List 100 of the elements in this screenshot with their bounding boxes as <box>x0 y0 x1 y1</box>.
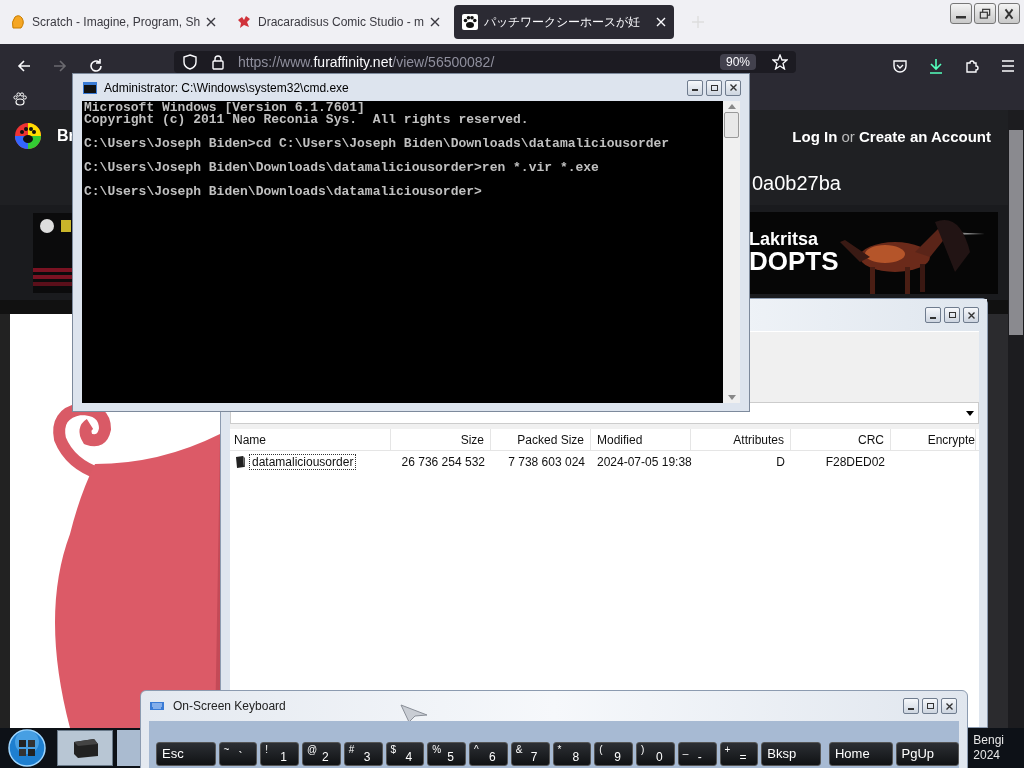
close-button[interactable] <box>998 3 1020 24</box>
or-text: or <box>841 127 855 145</box>
keyboard-key[interactable]: % 5 <box>427 742 467 766</box>
console-icon <box>83 81 97 94</box>
banner-text: Lakritsa <box>749 229 820 248</box>
restore-icon <box>978 7 992 20</box>
browser-tab[interactable]: Dracaradisus Comic Studio - m <box>228 5 448 39</box>
column-header[interactable]: Name <box>230 429 391 450</box>
close-button[interactable] <box>941 698 957 714</box>
table-cell: 7 738 603 024 <box>508 454 585 469</box>
keyboard-key[interactable]: ! 1 <box>260 742 300 766</box>
keyboard-key[interactable]: Home <box>828 742 893 766</box>
close-button[interactable] <box>963 307 979 323</box>
minimize-icon <box>930 316 936 319</box>
paw-logo-icon[interactable] <box>13 121 43 151</box>
back-icon[interactable] <box>16 58 32 74</box>
keyboard-key[interactable]: ^ 6 <box>469 742 508 766</box>
create-account-link[interactable]: Create an Account <box>859 127 991 145</box>
scroll-thumb[interactable] <box>724 112 739 138</box>
keyboard-key[interactable]: Bksp <box>761 742 821 766</box>
minimize-button[interactable] <box>950 3 972 24</box>
clock-text: Bengi <box>973 733 1004 748</box>
address-bar[interactable]: https://www.furaffinity.net/view/56500082/ 90% <box>174 51 796 73</box>
column-header[interactable]: Packed Size <box>491 429 591 450</box>
download-icon[interactable] <box>928 58 944 74</box>
paw-icon[interactable] <box>12 91 28 107</box>
clock-text: 2024 <box>973 748 1001 763</box>
scroll-down-icon[interactable] <box>727 395 736 400</box>
puzzle-icon[interactable] <box>964 58 980 74</box>
column-header[interactable]: Encrypte <box>891 429 976 450</box>
banner-text: DOPTS <box>749 247 839 274</box>
maximize-button[interactable] <box>922 698 938 714</box>
lock-icon[interactable] <box>210 54 226 70</box>
keyboard-key[interactable]: $ 4 <box>385 742 425 766</box>
minimize-icon <box>908 707 914 710</box>
console-line: C:\Users\Joseph Biden>cd C:\Users\Joseph Biden\Downloads\datamaliciousorder <box>84 138 671 150</box>
close-icon <box>945 702 953 710</box>
close-icon <box>729 84 737 91</box>
url-text: https://www.furaffinity.net/view/56500082/ <box>238 54 496 70</box>
maximize-button[interactable] <box>944 307 960 323</box>
keyboard-key[interactable]: @ 2 <box>302 742 341 766</box>
maximize-icon <box>710 84 718 91</box>
keyboard-key[interactable]: PgUp <box>895 742 960 766</box>
pocket-icon[interactable] <box>892 58 908 74</box>
browser-tab[interactable]: Scratch - Imagine, Program, Sh <box>2 5 222 39</box>
keyboard-key[interactable]: _ - <box>677 742 717 766</box>
browser-tab[interactable]: パッチワークシーホースが妊 <box>454 5 674 39</box>
minimize-icon <box>956 16 966 19</box>
table-cell: F28DED02 <box>825 454 885 469</box>
keyboard-key[interactable]: ) 0 <box>636 742 675 766</box>
close-button[interactable] <box>725 79 741 96</box>
close-icon[interactable] <box>206 17 217 27</box>
taskbar-button[interactable] <box>57 730 113 766</box>
window-title: Administrator: C:\Windows\system32\cmd.exe <box>104 80 349 95</box>
table-cell: 2024-07-05 19:38 <box>597 454 692 469</box>
close-icon <box>1002 7 1016 20</box>
dragon-icon <box>236 14 252 30</box>
shield-icon[interactable] <box>182 54 198 70</box>
scroll-thumb[interactable] <box>1009 130 1023 335</box>
maximize-button[interactable] <box>706 79 722 96</box>
keyboard-icon <box>150 702 164 710</box>
minimize-button[interactable] <box>903 698 919 714</box>
keyboard-key[interactable]: * 8 <box>552 742 592 766</box>
column-header[interactable]: Attributes <box>691 429 791 450</box>
keyboard-key[interactable]: ( 9 <box>594 742 634 766</box>
keyboard-key[interactable]: ~ ` <box>218 742 258 766</box>
submission-title: 0a0b27ba <box>752 172 841 195</box>
start-orb-icon[interactable] <box>7 728 47 768</box>
site-name[interactable]: Br <box>57 127 75 145</box>
paw-icon <box>462 14 478 30</box>
menu-icon[interactable] <box>1000 58 1016 74</box>
close-icon <box>967 311 975 319</box>
table-cell: D <box>776 454 785 469</box>
column-header[interactable]: Size <box>391 429 491 450</box>
minimize-button[interactable] <box>687 79 703 96</box>
keyboard-key[interactable]: & 7 <box>510 742 550 766</box>
cursor-arrow-icon <box>398 703 429 723</box>
keyboard-key[interactable]: Esc <box>156 742 216 766</box>
console-line: Microsoft Windows [Version 6.1.7601] <box>84 102 366 114</box>
minimize-button[interactable] <box>925 307 941 323</box>
table-cell: 26 736 254 532 <box>401 454 485 469</box>
close-icon[interactable] <box>430 17 441 27</box>
column-header[interactable]: CRC <box>791 429 891 450</box>
keyboard-key[interactable]: # 3 <box>343 742 383 766</box>
console-line: C:\Users\Joseph Biden\Downloads\datamaliciousorder>ren *.vir *.exe <box>84 162 600 174</box>
zoom-badge[interactable]: 90% <box>719 54 756 70</box>
restore-button[interactable] <box>974 3 996 24</box>
dropdown-arrow-icon[interactable] <box>966 410 974 416</box>
window-title: On-Screen Keyboard <box>173 699 286 713</box>
maximize-icon <box>926 703 934 709</box>
keyboard-key[interactable]: + = <box>719 742 759 766</box>
file-name[interactable]: datamaliciousorder <box>250 454 356 469</box>
console-line: Copyright (c) 2011 Neo Reconia Sys. All rights reserved. <box>84 114 530 126</box>
reload-icon[interactable] <box>88 58 104 74</box>
console-line: C:\Users\Joseph Biden\Downloads\datamaliciousorder> <box>84 186 483 198</box>
column-header[interactable]: Modified <box>591 429 691 450</box>
scrollbar[interactable] <box>723 101 740 403</box>
login-link[interactable]: Log In <box>792 127 838 145</box>
maximize-icon <box>948 312 956 318</box>
star-icon[interactable] <box>772 54 788 70</box>
